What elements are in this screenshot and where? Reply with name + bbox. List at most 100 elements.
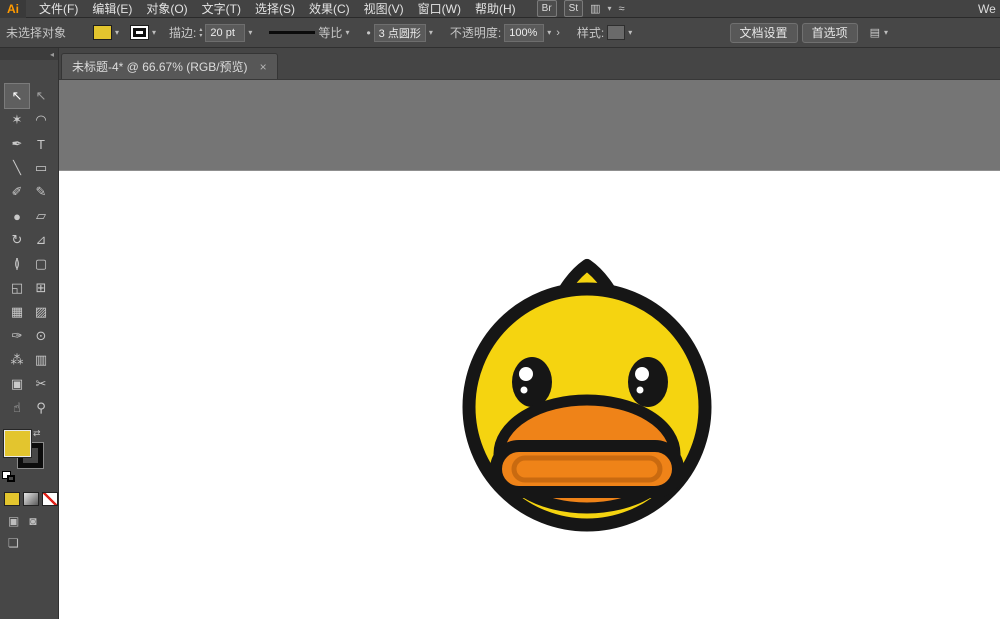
menu-object[interactable]: 对象(O) — [139, 0, 194, 18]
tools-panel-header[interactable]: ◂ — [0, 48, 58, 60]
draw-normal-icon[interactable]: ▣ — [8, 514, 19, 528]
blob-brush-tool[interactable]: ● — [5, 204, 29, 228]
style-dropdown-icon[interactable]: ▾ — [628, 28, 632, 37]
eyedropper-tool[interactable]: ✑ — [5, 324, 29, 348]
duck-right-eye — [628, 357, 668, 407]
symbol-sprayer-tool[interactable]: ⁂ — [5, 348, 29, 372]
slice-tool[interactable]: ✂ — [29, 372, 53, 396]
scale-tool[interactable]: ⊿ — [29, 228, 53, 252]
fill-dropdown-icon[interactable]: ▾ — [115, 28, 119, 37]
paintbrush-tool[interactable]: ✐ — [5, 180, 29, 204]
perspective-grid-tool-icon: ⊞ — [36, 280, 47, 296]
fill-color-swatch[interactable] — [93, 25, 112, 40]
draw-behind-icon[interactable]: ◙ — [29, 514, 36, 528]
arrange-documents-icon[interactable]: ▥ — [590, 2, 600, 15]
selection-tool-icon: ↖ — [12, 88, 23, 104]
menu-select[interactable]: 选择(S) — [248, 0, 302, 18]
blob-brush-tool-icon: ● — [13, 209, 21, 224]
direct-selection-tool[interactable]: ↖ — [29, 84, 53, 108]
pen-tool[interactable]: ✒ — [5, 132, 29, 156]
app-logo: Ai — [0, 0, 26, 18]
workspace-switcher-label[interactable]: We — [978, 2, 1000, 16]
brush-dropdown-icon[interactable]: ▾ — [429, 28, 433, 37]
stroke-weight-dropdown-icon[interactable]: ▾ — [248, 28, 252, 37]
width-tool-icon: ≬ — [14, 256, 20, 272]
control-bar: 未选择对象 ▾ ▾ 描边: ▴ ▾ 20 pt ▾ 等比 ▾ • 3 点圆形 ▾ — [0, 18, 1000, 48]
chevron-down-icon[interactable]: ▾ — [608, 4, 612, 13]
none-mode-button[interactable] — [42, 492, 58, 506]
duck-left-eye — [512, 357, 552, 407]
menu-window[interactable]: 窗口(W) — [411, 0, 468, 18]
opacity-dropdown-icon[interactable]: ▾ — [547, 28, 551, 37]
control-panel-menu-dropdown-icon[interactable]: ▾ — [884, 28, 888, 37]
stroke-weight-stepper[interactable]: ▴ ▾ — [199, 27, 202, 39]
document-tab-title: 未标题-4* @ 66.67% (RGB/预览) — [72, 58, 248, 75]
menu-effect[interactable]: 效果(C) — [302, 0, 357, 18]
stroke-weight-value[interactable]: 20 pt — [205, 24, 245, 42]
column-graph-tool[interactable]: ▥ — [29, 348, 53, 372]
width-profile-dropdown-icon[interactable]: ▾ — [345, 28, 349, 37]
type-tool[interactable]: T — [29, 132, 53, 156]
menu-view[interactable]: 视图(V) — [357, 0, 411, 18]
style-swatch[interactable] — [607, 25, 625, 40]
menu-file[interactable]: 文件(F) — [32, 0, 85, 18]
duck-left-eye-highlight — [519, 367, 533, 381]
color-mode-button[interactable] — [4, 492, 20, 506]
blend-tool[interactable]: ⊙ — [29, 324, 53, 348]
width-profile-label: 等比 — [318, 24, 342, 41]
lasso-tool[interactable]: ◠ — [29, 108, 53, 132]
line-segment-tool-icon: ╲ — [13, 160, 21, 176]
stroke-dropdown-icon[interactable]: ▾ — [152, 28, 156, 37]
gesture-icon[interactable]: ≈ — [619, 3, 625, 15]
free-transform-tool[interactable]: ▢ — [29, 252, 53, 276]
rotate-tool[interactable]: ↻ — [5, 228, 29, 252]
gradient-mode-button[interactable] — [23, 492, 39, 506]
preferences-button[interactable]: 首选项 — [802, 23, 858, 43]
width-tool[interactable]: ≬ — [5, 252, 29, 276]
direct-selection-tool-icon: ↖ — [36, 88, 47, 104]
blend-tool-icon: ⊙ — [36, 328, 47, 344]
opacity-value[interactable]: 100% — [504, 24, 544, 42]
eraser-tool-icon: ▱ — [36, 208, 46, 224]
mesh-tool[interactable]: ▦ — [5, 300, 29, 324]
line-segment-tool[interactable]: ╲ — [5, 156, 29, 180]
selection-tool[interactable]: ↖ — [5, 84, 29, 108]
stroke-color-swatch[interactable] — [130, 25, 149, 40]
duck-artwork[interactable] — [440, 250, 740, 550]
paintbrush-tool-icon: ✐ — [12, 184, 23, 200]
swap-fill-stroke-icon[interactable]: ⇄ — [33, 428, 41, 439]
canvas-area[interactable] — [59, 80, 1000, 619]
hand-tool[interactable]: ☝ — [5, 396, 29, 420]
stroke-profile-preview — [269, 31, 315, 34]
menu-help[interactable]: 帮助(H) — [468, 0, 523, 18]
collapse-panel-icon[interactable]: ◂ — [50, 50, 54, 59]
no-selection-label: 未选择对象 — [6, 24, 66, 41]
gradient-tool-icon: ▨ — [35, 304, 47, 320]
type-tool-icon: T — [37, 137, 45, 152]
gradient-tool[interactable]: ▨ — [29, 300, 53, 324]
menu-edit[interactable]: 编辑(E) — [85, 0, 139, 18]
opacity-panel-chevron-icon[interactable]: › — [554, 27, 562, 39]
stock-button[interactable]: St — [564, 0, 583, 17]
document-setup-button[interactable]: 文档设置 — [730, 23, 798, 43]
document-tab[interactable]: 未标题-4* @ 66.67% (RGB/预览) × — [61, 53, 278, 79]
rectangle-tool[interactable]: ▭ — [29, 156, 53, 180]
magic-wand-tool[interactable]: ✶ — [5, 108, 29, 132]
pencil-tool[interactable]: ✎ — [29, 180, 53, 204]
fill-color-indicator[interactable] — [4, 430, 31, 457]
perspective-grid-tool[interactable]: ⊞ — [29, 276, 53, 300]
eraser-tool[interactable]: ▱ — [29, 204, 53, 228]
tab-close-icon[interactable]: × — [260, 60, 267, 74]
stepper-down-icon[interactable]: ▾ — [199, 33, 202, 39]
shape-builder-tool[interactable]: ◱ — [5, 276, 29, 300]
menu-type[interactable]: 文字(T) — [195, 0, 248, 18]
zoom-tool-icon: ⚲ — [36, 400, 46, 416]
control-panel-menu-icon[interactable]: ▤ — [870, 26, 880, 39]
screen-mode-icon[interactable]: ❏ — [8, 536, 19, 550]
zoom-tool[interactable]: ⚲ — [29, 396, 53, 420]
brush-definition-value[interactable]: 3 点圆形 — [374, 24, 426, 42]
artboard-tool[interactable]: ▣ — [5, 372, 29, 396]
default-fill-stroke-icon[interactable] — [2, 471, 16, 483]
bridge-button[interactable]: Br — [537, 0, 557, 17]
style-label: 样式: — [577, 24, 604, 41]
